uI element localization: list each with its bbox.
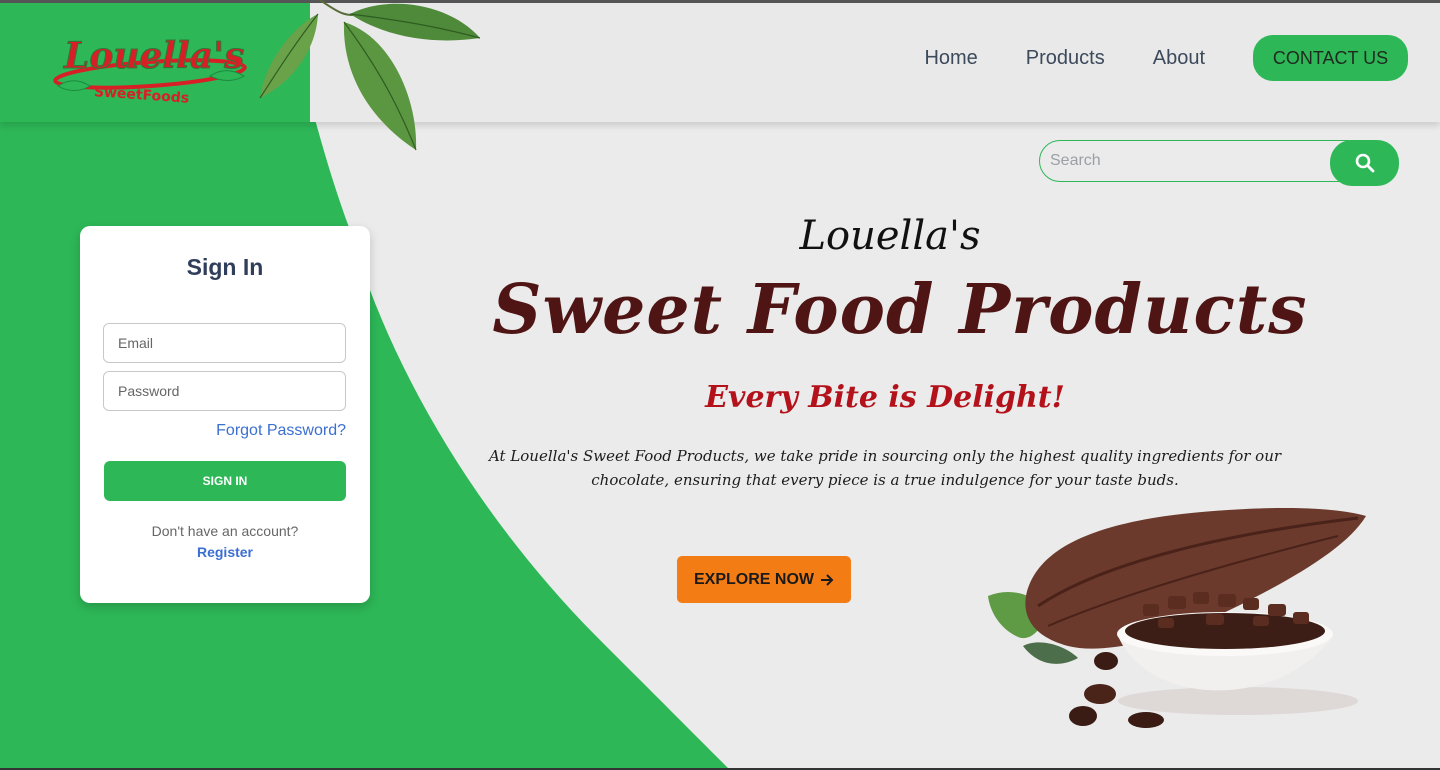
search-bar xyxy=(1039,140,1399,186)
explore-now-button[interactable]: EXPLORE NOW xyxy=(677,556,851,603)
signin-button[interactable]: SIGN IN xyxy=(104,461,346,501)
nav-home[interactable]: Home xyxy=(924,47,977,70)
svg-text:SweetFoods: SweetFoods xyxy=(93,84,189,107)
hero-main-title: Sweet Food Products xyxy=(492,270,1308,350)
no-account-text: Don't have an account? xyxy=(151,523,299,539)
search-icon xyxy=(1355,153,1374,173)
arrow-right-icon xyxy=(821,573,834,586)
nav-products[interactable]: Products xyxy=(1026,47,1105,70)
explore-now-label: EXPLORE NOW xyxy=(693,570,814,588)
register-link[interactable]: Register xyxy=(80,544,370,560)
brand-logo[interactable]: Louella's SweetFoods xyxy=(50,22,250,110)
email-field[interactable] xyxy=(103,323,346,363)
forgot-password-link[interactable]: Forgot Password? xyxy=(216,422,346,440)
search-input[interactable] xyxy=(1039,140,1369,182)
nav-about[interactable]: About xyxy=(1153,47,1205,70)
cocoa-pod-illustration xyxy=(988,508,1366,728)
cocoa-leaves-decoration xyxy=(259,0,481,151)
signin-card: Sign In Forgot Password? SIGN IN Don't h… xyxy=(80,226,370,603)
hero-description: At Louella's Sweet Food Products, we tak… xyxy=(488,447,1282,489)
main-nav: Home Products About CONTACT US xyxy=(924,35,1408,81)
hero-brand-title: Louella's xyxy=(799,213,981,259)
contact-us-button[interactable]: CONTACT US xyxy=(1253,35,1408,81)
password-field[interactable] xyxy=(103,371,346,411)
hero-tagline: Every Bite is Delight! xyxy=(705,380,1065,415)
signin-title: Sign In xyxy=(186,254,264,280)
search-button[interactable] xyxy=(1330,140,1399,186)
svg-text:Louella's: Louella's xyxy=(63,35,244,77)
